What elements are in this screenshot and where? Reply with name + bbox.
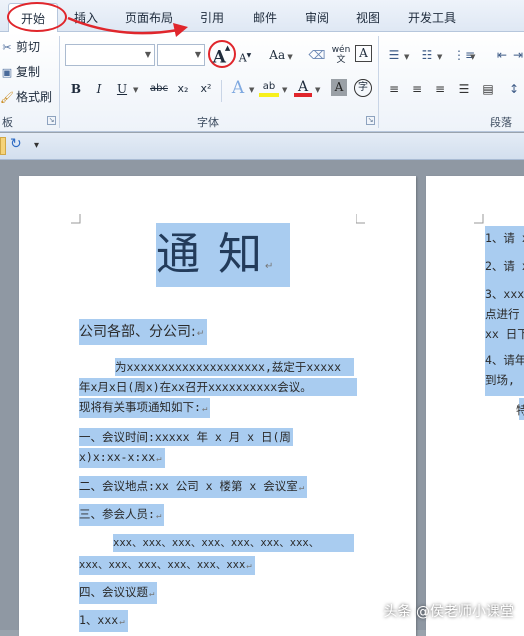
body-line: 4、请年	[485, 353, 524, 367]
align-center-icon: ≡	[411, 82, 423, 96]
justify-icon: ☰	[458, 82, 470, 96]
body-line: 点进行	[485, 307, 520, 321]
align-left-button[interactable]: ≡	[386, 79, 402, 99]
document-area: 通 知↵ 公司各部、分公司:↵ 为xxxxxxxxxxxxxxxxxxxx,兹定…	[0, 160, 524, 636]
format-painter-button[interactable]: 🖌 格式刷	[0, 88, 52, 105]
superscript-button[interactable]: x²	[197, 79, 215, 99]
copy-icon: ▣	[1, 66, 13, 79]
chevron-down-icon[interactable]: ▼	[133, 86, 138, 94]
body-line: x)x:xx-x:xx↵	[79, 448, 165, 468]
quick-access-toolbar: ↻ ▾	[0, 133, 524, 160]
customize-toolbar-icon[interactable]: ▾	[34, 140, 39, 151]
italic-button[interactable]: I	[91, 79, 107, 99]
toolbar-edge	[0, 137, 6, 155]
character-shading-button[interactable]: A	[331, 79, 347, 96]
crop-mark	[71, 214, 81, 224]
chevron-down-icon[interactable]: ▼	[315, 86, 320, 94]
body-line: 特	[516, 403, 524, 417]
subscript-button[interactable]: x₂	[174, 79, 192, 99]
paintbrush-icon: 🖌	[0, 91, 14, 104]
body-line: xxx、xxx、xxx、xxx、xxx、xxx↵	[79, 556, 255, 575]
body-line: 1、请 x	[485, 231, 524, 245]
align-right-button[interactable]: ≡	[432, 79, 448, 99]
align-center-button[interactable]: ≡	[409, 79, 425, 99]
greeting-line: 公司各部、分公司:↵	[79, 319, 208, 345]
body-line: 为xxxxxxxxxxxxxxxxxxxx,兹定于xxxxx	[115, 358, 354, 376]
body-line: 四、会议议题↵	[79, 582, 158, 604]
align-right-icon: ≡	[434, 82, 446, 96]
bold-button[interactable]: B	[68, 79, 84, 99]
document-title: 通 知↵	[156, 223, 290, 287]
body-line: 年x月x日(周x)在xx召开xxxxxxxxxx会议。	[79, 378, 357, 396]
line-spacing-icon: ↕	[508, 82, 520, 96]
body-line: 1、xxx↵	[79, 610, 128, 632]
clipboard-group-label: 板	[2, 116, 13, 129]
font-dialog-launcher[interactable]: ↘	[366, 116, 375, 125]
line-spacing-button[interactable]: ↕	[506, 79, 522, 99]
annotation-arrow	[67, 16, 188, 37]
body-line: 2、请 x	[485, 259, 524, 273]
justify-button[interactable]: ☰	[456, 79, 472, 99]
font-color-button[interactable]: A	[294, 77, 312, 97]
highlight-color-button[interactable]: ab	[259, 77, 279, 97]
chevron-down-icon[interactable]: ▼	[282, 86, 287, 94]
crop-mark	[356, 214, 365, 224]
paragraph-group-label: 段落	[490, 116, 512, 129]
body-line: 3、xxx	[485, 287, 524, 301]
underline-button[interactable]: U	[114, 79, 130, 99]
body-line: xx 日下	[485, 327, 524, 341]
crop-mark	[474, 214, 484, 224]
divider	[221, 80, 222, 102]
body-line: 二、会议地点:xx 公司 x 楼第 x 会议室↵	[79, 476, 308, 498]
body-line: 三、参会人员:↵	[79, 504, 165, 526]
body-line: 到场,	[485, 373, 515, 387]
document-page[interactable]: 1、请 x 2、请 x 3、xxx 点进行 xx 日下 4、请年 到场, 特	[426, 176, 524, 636]
copy-button[interactable]: ▣ 复制	[0, 63, 40, 80]
body-line: xxx、xxx、xxx、xxx、xxx、xxx、xxx、	[113, 534, 354, 552]
text-effects-button[interactable]: A	[228, 78, 248, 98]
align-left-icon: ≡	[388, 82, 400, 96]
strikethrough-button[interactable]: abc	[148, 79, 170, 99]
clipboard-dialog-launcher[interactable]: ↘	[47, 116, 56, 125]
document-page[interactable]: 通 知↵ 公司各部、分公司:↵ 为xxxxxxxxxxxxxxxxxxxx,兹定…	[19, 176, 416, 636]
chevron-down-icon[interactable]: ▼	[249, 86, 254, 94]
body-line: 一、会议时间:xxxxx 年 x 月 x 日(周	[79, 428, 293, 446]
distributed-button[interactable]: ▤	[480, 79, 496, 99]
enclose-characters-button[interactable]: 字	[354, 79, 372, 97]
watermark: 头条 @侯老师小课堂	[383, 604, 514, 620]
font-group-label: 字体	[197, 116, 219, 129]
distribute-icon: ▤	[482, 82, 494, 96]
body-line: 现将有关事项通知如下:↵	[79, 398, 211, 418]
redo-icon[interactable]: ↻	[10, 136, 22, 152]
